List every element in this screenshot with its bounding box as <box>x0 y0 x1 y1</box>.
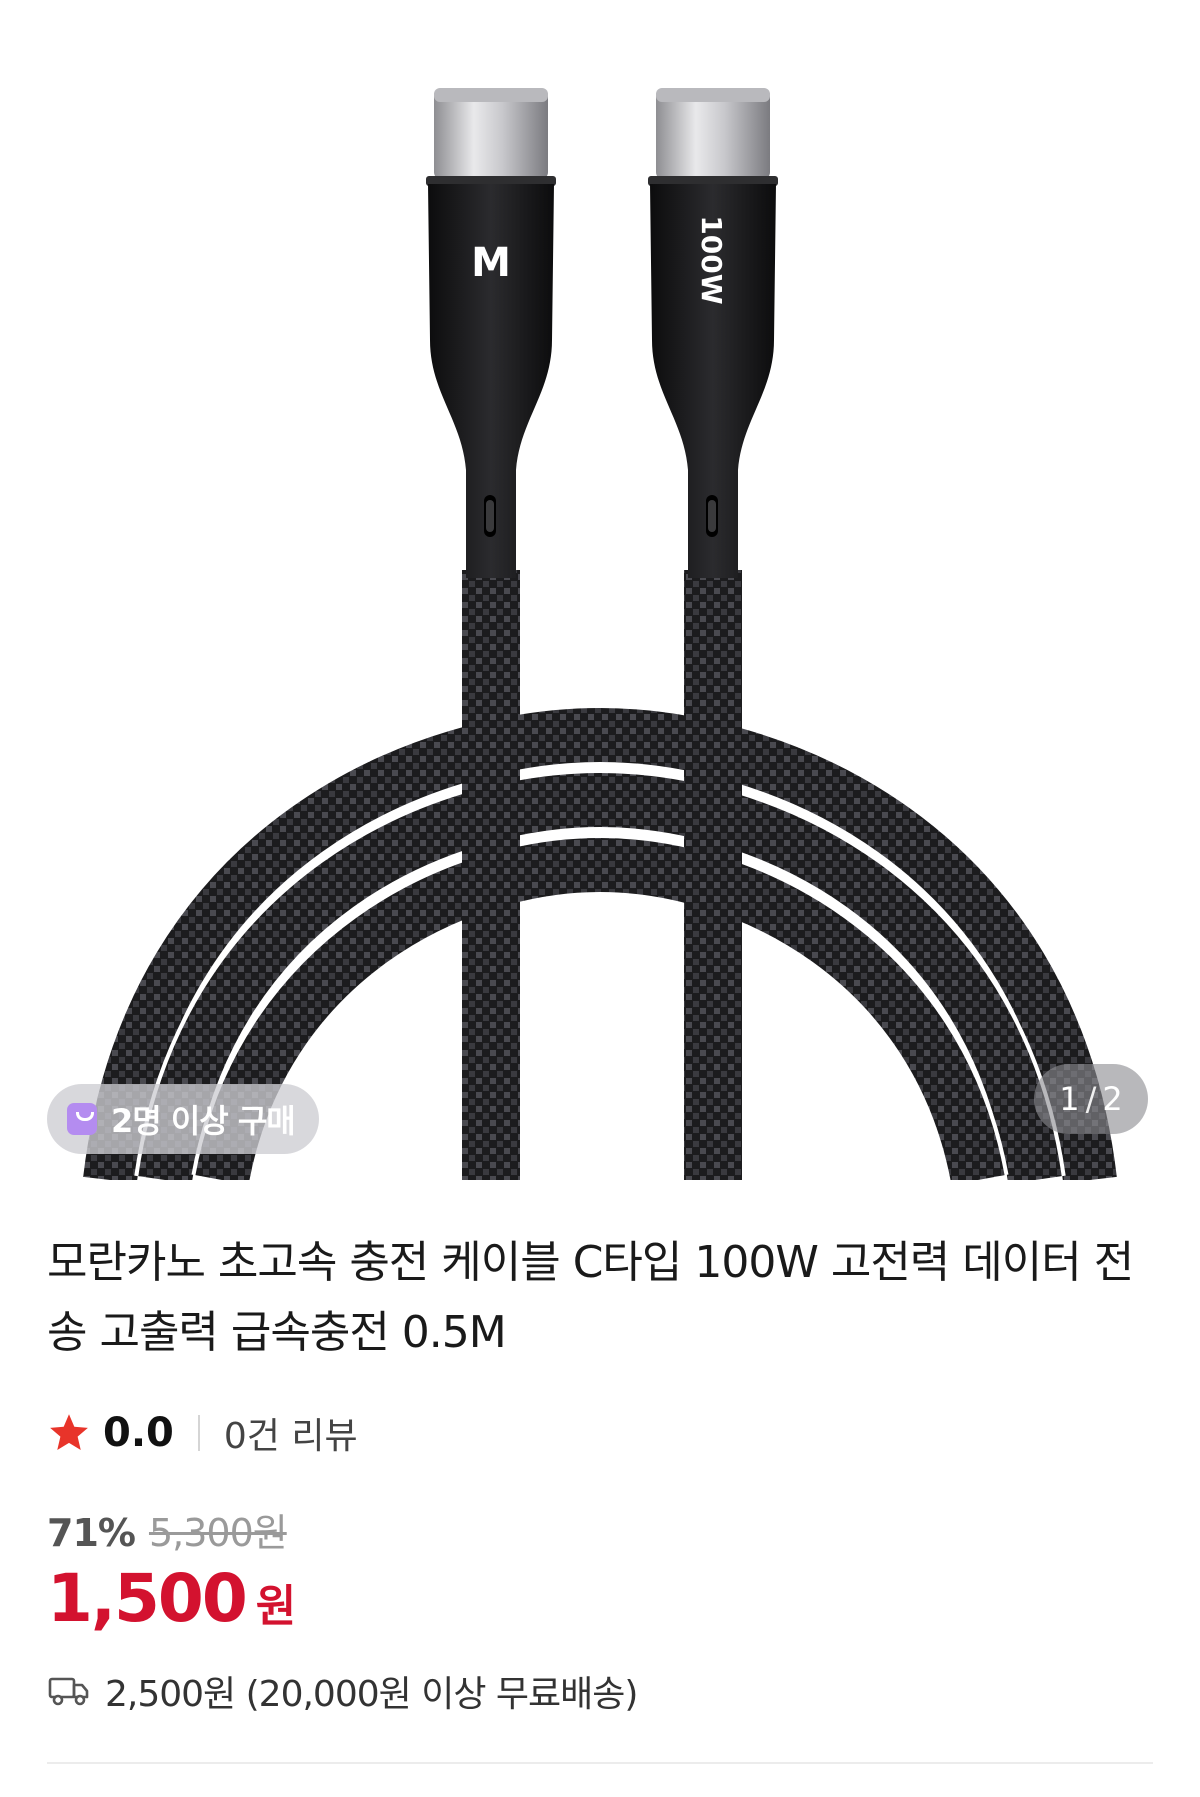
currency-label: 원 <box>255 1581 297 1632</box>
pager-current: 1 <box>1059 1080 1080 1118</box>
review-count-link[interactable]: 0건 리뷰 <box>224 1407 358 1459</box>
discount-rate: 71% <box>47 1511 136 1555</box>
buyer-count-text: 2명 이상 구매 <box>111 1102 296 1140</box>
pager-separator: / <box>1085 1080 1097 1118</box>
shipping-text: 2,500원 (20,000원 이상 무료배송) <box>105 1674 638 1715</box>
sale-price-row: 1,500 원 <box>47 1560 296 1637</box>
rating-score: 0.0 <box>103 1410 174 1456</box>
image-pager: 1 / 2 <box>1034 1064 1148 1134</box>
connector-label: 100W <box>695 215 728 304</box>
shopping-bag-icon <box>67 1103 97 1135</box>
shipping-info: 2,500원 (20,000원 이상 무료배송) <box>47 1665 638 1717</box>
product-title: 모란카노 초고속 충전 케이블 C타입 100W 고전력 데이터 전송 고출력 … <box>47 1237 1134 1358</box>
connector-logo: M <box>471 240 511 286</box>
original-price: 5,300원 <box>148 1511 288 1555</box>
price-discount-row: 71% 5,300원 <box>47 1502 288 1557</box>
truck-icon <box>48 1677 89 1706</box>
sale-price: 1,500 <box>47 1560 248 1637</box>
star-icon <box>50 1414 88 1451</box>
rating-row[interactable]: 0.0 0건 리뷰 <box>47 1408 358 1458</box>
rating-divider <box>197 1415 200 1451</box>
buyer-count-badge: 2명 이상 구매 <box>47 1084 319 1154</box>
pager-total: 2 <box>1102 1080 1123 1118</box>
cable-illustration: M 100W <box>79 88 1121 1180</box>
product-image[interactable]: M 100W 2명 이상 구매 1 / 2 <box>0 0 1200 1180</box>
section-divider <box>47 1762 1153 1764</box>
